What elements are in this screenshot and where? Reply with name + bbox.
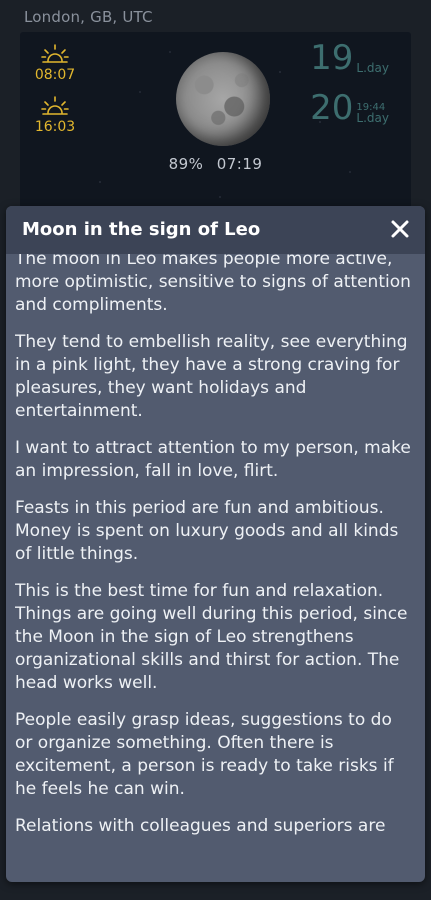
sunset-time: 16:03: [34, 119, 76, 135]
dialog-header: Moon in the sign of Leo: [6, 206, 425, 254]
lunar-day-number: 20: [310, 88, 354, 128]
description-paragraph: I want to attract attention to my person…: [15, 438, 411, 481]
sunset-block: 16:03: [30, 94, 80, 135]
sunrise-block: 08:07: [30, 42, 80, 83]
lunar-day-number: 19: [310, 38, 354, 78]
moon-time: 07:19: [216, 155, 263, 173]
moon-sign-dialog: Moon in the sign of Leo The moon in Leo …: [6, 206, 425, 882]
location-label: London, GB, UTC: [24, 8, 153, 26]
sunset-icon: [41, 96, 69, 115]
moon-illumination: 89%: [168, 155, 204, 173]
description-paragraph: People easily grasp ideas, suggestions t…: [15, 710, 394, 799]
moon-stats: 89% 07:19: [20, 155, 411, 173]
description-paragraph: They tend to embellish reality, see ever…: [15, 332, 408, 421]
dialog-body[interactable]: The moon in Leo makes people more active…: [15, 254, 413, 882]
dialog-title: Moon in the sign of Leo: [22, 219, 261, 240]
description-paragraph: Feasts in this period are fun and ambiti…: [15, 498, 399, 564]
sunrise-time: 08:07: [34, 67, 76, 83]
lunar-day-next: 20 19:44 L.day: [310, 90, 389, 126]
lunar-day-current: 19 L.day: [310, 40, 389, 76]
description-paragraph: Relations with colleagues and superiors …: [15, 816, 386, 836]
lunar-day-unit: L.day: [356, 61, 389, 75]
moon-info-card[interactable]: 08:07 16:03 89% 07:19 19 L.day 20 19:44 …: [20, 32, 411, 208]
close-icon[interactable]: [389, 218, 411, 240]
description-paragraph: The moon in Leo makes people more active…: [15, 254, 411, 315]
moon-phase-image: [176, 52, 270, 146]
description-paragraph: This is the best time for fun and relaxa…: [15, 581, 408, 693]
sunrise-icon: [41, 44, 69, 63]
lunar-day-unit: L.day: [356, 111, 389, 125]
